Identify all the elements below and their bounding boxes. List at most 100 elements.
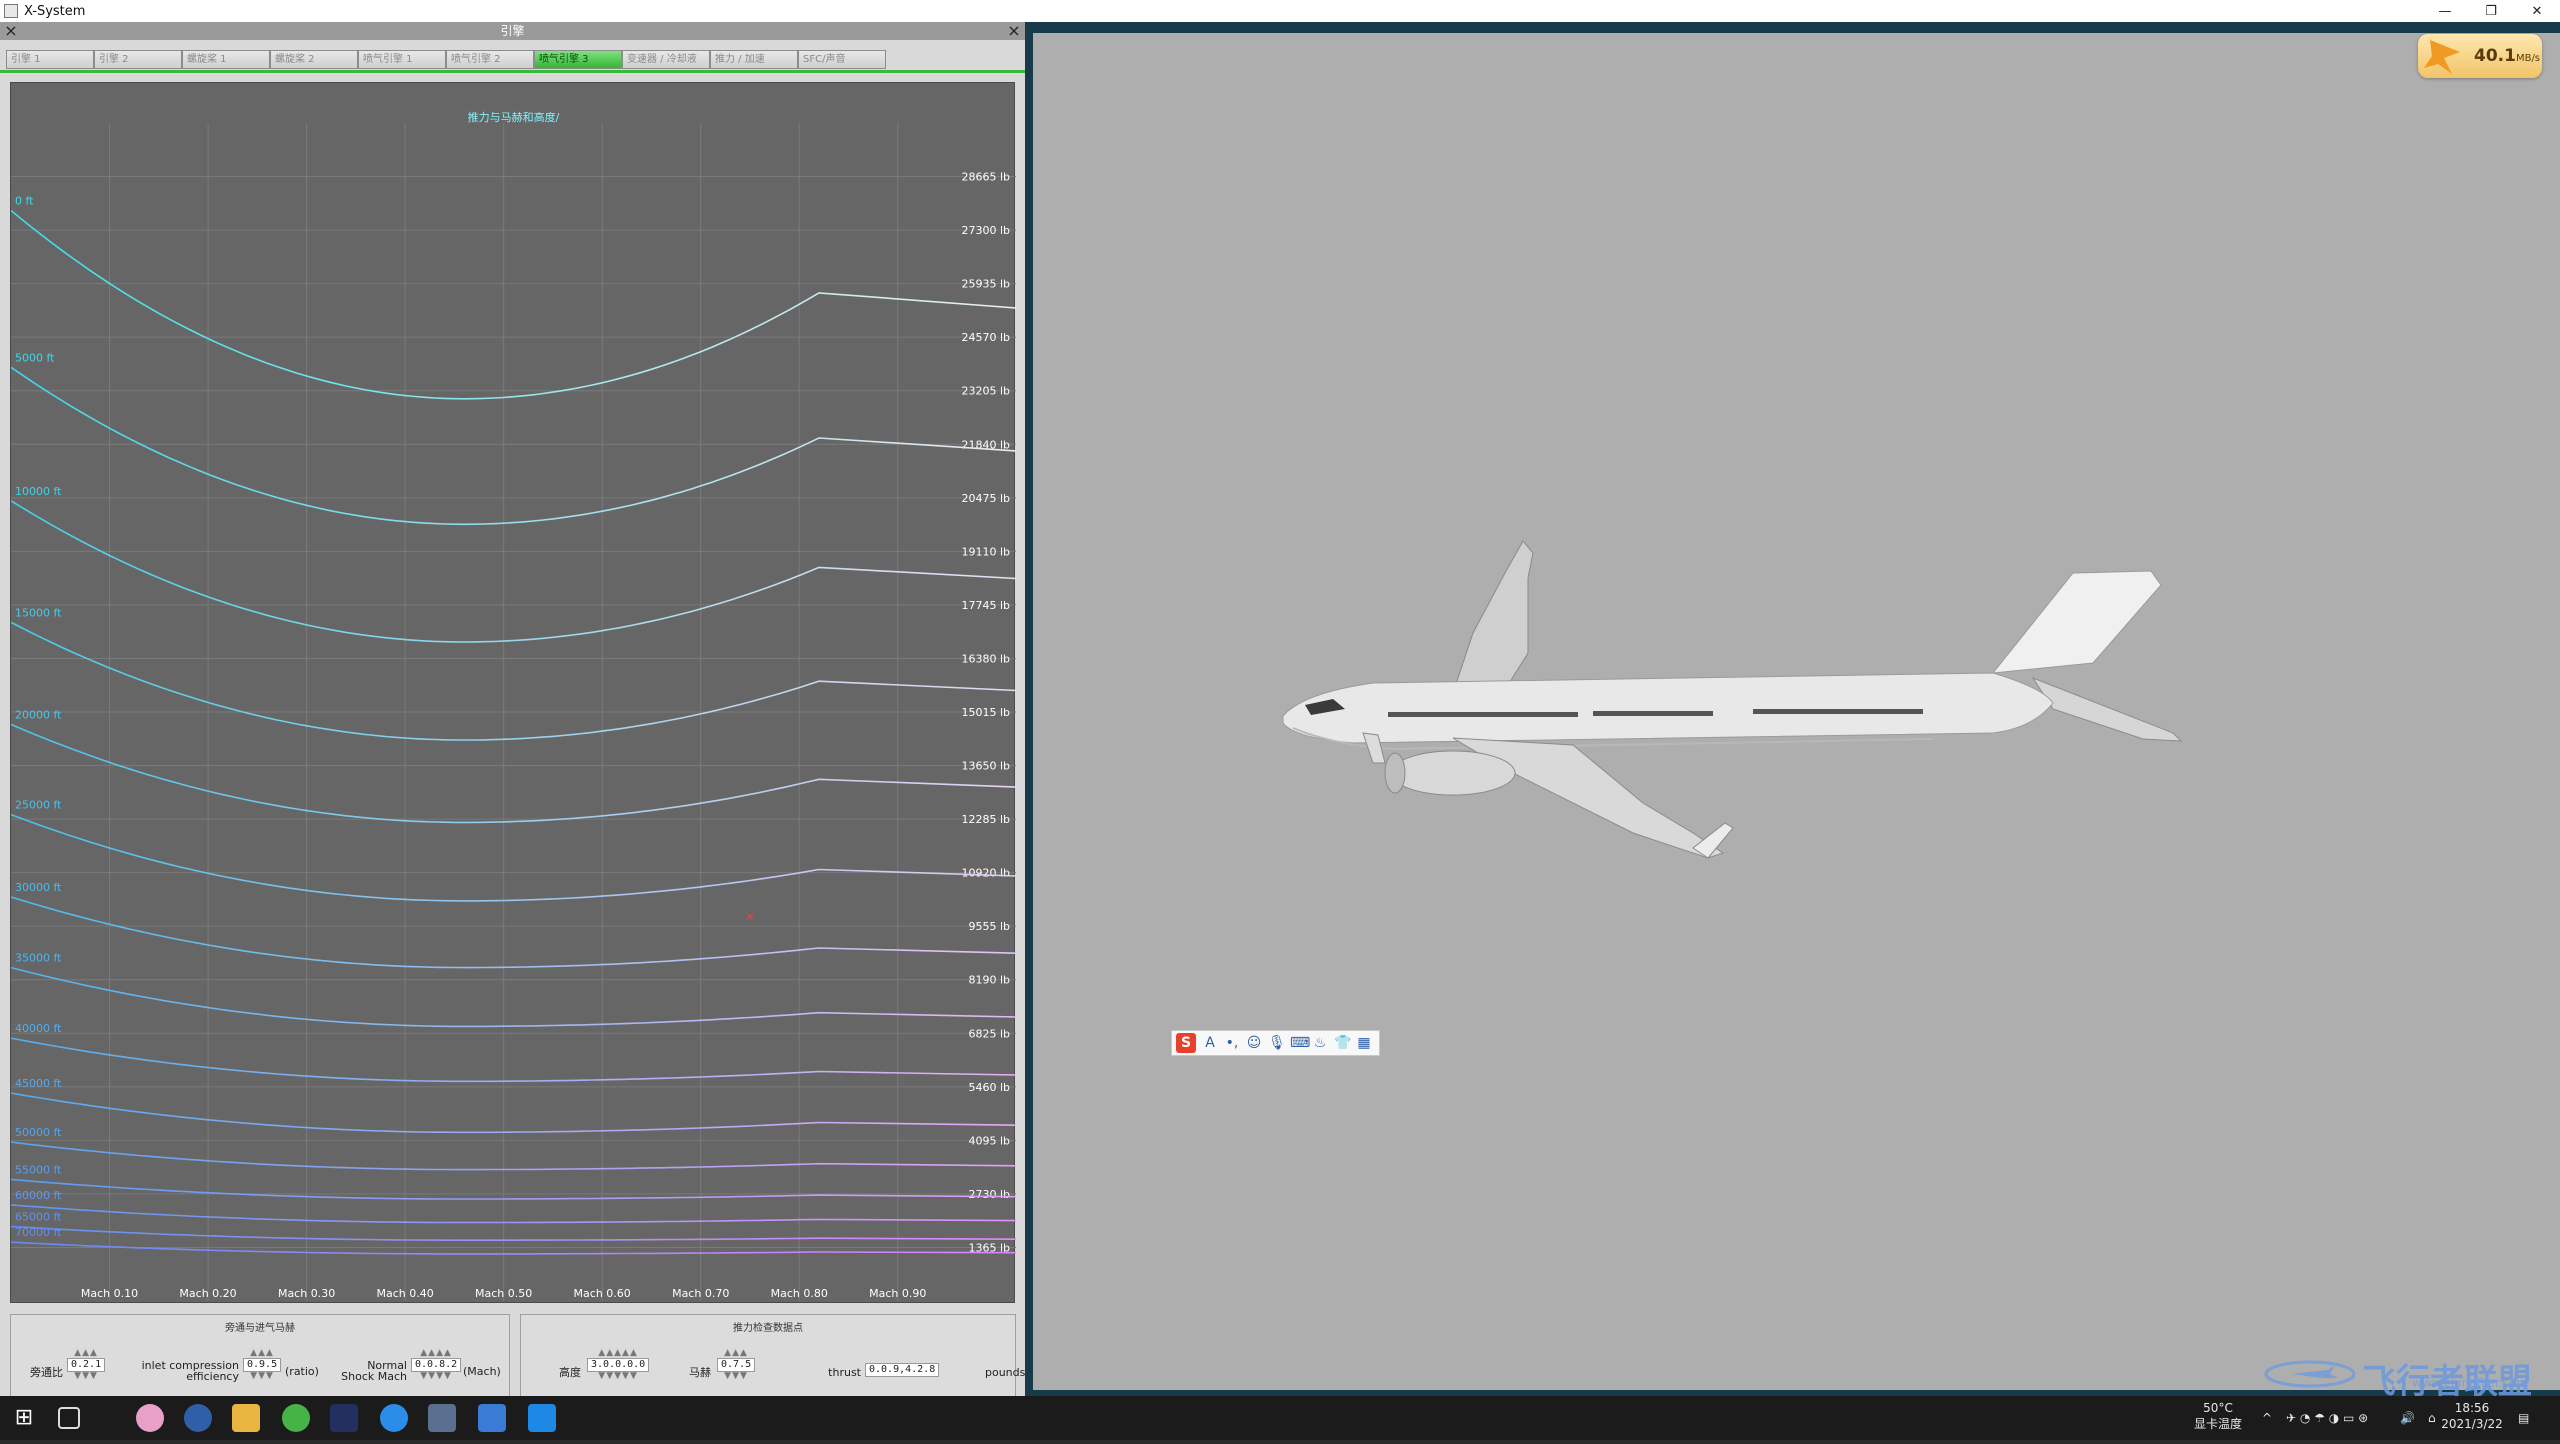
panel-close-icon[interactable]: × [2, 22, 20, 40]
stepper-up-icon[interactable]: ▲▲▲ [250, 1349, 274, 1358]
tab-underline [0, 70, 1025, 73]
y-tick-label: 20475 lb [961, 492, 1010, 505]
shock-unit: (Mach) [463, 1365, 501, 1378]
mach-value[interactable]: 0.7.5 [717, 1358, 756, 1372]
altitude-stepper[interactable]: ▲▲▲▲▲ 3.0.0.0.0 ▼▼▼▼▼ [587, 1349, 650, 1387]
stepper-down-icon[interactable]: ▼▼▼▼ [420, 1372, 452, 1381]
series-label: 0 ft [15, 194, 34, 207]
tab-jet-1[interactable]: 喷气引擎 1 [358, 50, 446, 69]
x-tick-label: Mach 0.90 [869, 1287, 926, 1300]
tab-prop-2[interactable]: 螺旋桨 2 [270, 50, 358, 69]
bird-logo-icon [2424, 40, 2460, 74]
stepper-up-icon[interactable]: ▲▲▲ [74, 1349, 98, 1358]
app-tablet-icon[interactable] [528, 1404, 556, 1432]
xplane-icon[interactable] [428, 1404, 456, 1432]
start-windows-icon[interactable]: ⊞ [10, 1404, 38, 1432]
task-view-icon[interactable] [58, 1407, 80, 1429]
close-window-button[interactable]: ✕ [2514, 0, 2560, 22]
series-line [11, 1092, 1016, 1134]
tab-jet-2[interactable]: 喷气引擎 2 [446, 50, 534, 69]
watermark-sub: www.chinaflier.com [2412, 1376, 2529, 1390]
ime-keyboard-icon[interactable]: ⌨ [1290, 1035, 1310, 1051]
app-pink-icon[interactable] [136, 1404, 164, 1432]
y-tick-label: 13650 lb [961, 760, 1010, 773]
series-line [11, 966, 1016, 1028]
engine-panel: × 引擎 × 引擎 1 引擎 2 螺旋桨 1 螺旋桨 2 喷气引擎 1 喷气引擎… [0, 22, 1025, 1412]
shock-label-2: Shock Mach [341, 1370, 407, 1383]
y-tick-label: 28665 lb [961, 171, 1010, 184]
network-icon[interactable]: ⌂ [2428, 1396, 2436, 1440]
panel-title: 引擎 [500, 24, 525, 38]
y-tick-label: 15015 lb [961, 706, 1010, 719]
mach-stepper[interactable]: ▲▲▲ 0.7.5 ▼▼▼ [717, 1349, 756, 1387]
y-tick-label: 24570 lb [961, 331, 1010, 344]
stepper-down-icon[interactable]: ▼▼▼ [250, 1372, 274, 1381]
tab-engine-1[interactable]: 引擎 1 [6, 50, 94, 69]
bypass-label: 旁通比 [30, 1366, 63, 1379]
ime-toolbar[interactable]: S A •, ☺ 🎙 ⌨ ♨ 👕 ▦ [1171, 1030, 1380, 1056]
ime-punct-icon[interactable]: •, [1224, 1035, 1240, 1051]
restore-button[interactable]: ❐ [2468, 0, 2514, 22]
bypass-stepper[interactable]: ▲▲▲ 0.2.1 ▼▼▼ [67, 1349, 106, 1387]
series-label: 50000 ft [15, 1126, 62, 1139]
app-icon [4, 4, 18, 18]
tray-icons[interactable]: ✈ ◔ ☂ ◑ ▭ ⊛ [2286, 1396, 2368, 1440]
stepper-down-icon[interactable]: ▼▼▼ [724, 1372, 748, 1381]
ime-emoji-icon[interactable]: ☺ [1246, 1035, 1262, 1051]
bypass-group-title: 旁通与进气马赫 [225, 1323, 295, 1334]
y-tick-label: 12285 lb [961, 813, 1010, 826]
tab-thrust[interactable]: 推力 / 加速 [710, 50, 798, 69]
ime-grid-icon[interactable]: ▦ [1356, 1035, 1372, 1051]
3d-aircraft-view[interactable] [1033, 33, 2560, 1390]
x-tick-label: Mach 0.20 [179, 1287, 236, 1300]
shock-value[interactable]: 0.0.8.2 [411, 1358, 462, 1372]
xplane-active-icon[interactable] [478, 1404, 506, 1432]
panel-header[interactable]: × 引擎 × [0, 22, 1025, 40]
app-messenger-icon[interactable] [380, 1404, 408, 1432]
wechat-icon[interactable] [282, 1404, 310, 1432]
series-line [11, 1204, 1016, 1224]
ime-voice-icon[interactable]: 🎙 [1268, 1035, 1286, 1051]
sogou-logo-icon[interactable]: S [1176, 1033, 1196, 1053]
file-explorer-icon[interactable] [232, 1404, 260, 1432]
altitude-value[interactable]: 3.0.0.0.0 [587, 1358, 650, 1372]
gpu-temp[interactable]: 50°C 显卡温度 [2190, 1400, 2246, 1444]
notification-icon[interactable]: ▤ [2518, 1396, 2529, 1440]
tab-engine-2[interactable]: 引擎 2 [94, 50, 182, 69]
app-dark-icon[interactable] [330, 1404, 358, 1432]
network-speed-badge[interactable]: 40.1MB/s [2418, 34, 2542, 78]
window-titlebar: X-System — ❐ ✕ [0, 0, 2560, 22]
inlet-stepper[interactable]: ▲▲▲ 0.9.5 ▼▼▼ [243, 1349, 282, 1387]
stepper-up-icon[interactable]: ▲▲▲ [724, 1349, 748, 1358]
tab-prop-1[interactable]: 螺旋桨 1 [182, 50, 270, 69]
boeing-737-model [1282, 540, 2183, 859]
shock-stepper[interactable]: ▲▲▲▲ 0.0.8.2 ▼▼▼▼ [411, 1349, 462, 1387]
tab-jet-3[interactable]: 喷气引擎 3 [534, 50, 622, 69]
stepper-down-icon[interactable]: ▼▼▼▼▼ [598, 1372, 638, 1381]
watermark-plane-icon [2264, 1360, 2356, 1388]
series-line [11, 813, 1016, 902]
app-blue-circle-icon[interactable] [184, 1404, 212, 1432]
series-label: 40000 ft [15, 1022, 62, 1035]
bypass-value[interactable]: 0.2.1 [67, 1358, 106, 1372]
tray-chevron-icon[interactable]: ^ [2262, 1396, 2272, 1440]
series-line [11, 1178, 1016, 1200]
volume-icon[interactable]: 🔊 [2400, 1396, 2415, 1440]
thrust-label: thrust [828, 1366, 861, 1379]
inlet-value[interactable]: 0.9.5 [243, 1358, 282, 1372]
window-title: X-System [24, 3, 86, 19]
panel-close-icon-right[interactable]: × [1005, 22, 1023, 40]
ime-skin-icon[interactable]: 👕 [1334, 1035, 1351, 1051]
tab-sfc[interactable]: SFC/声音 [798, 50, 886, 69]
stepper-up-icon[interactable]: ▲▲▲▲▲ [598, 1349, 638, 1358]
ime-mode-icon[interactable]: A [1202, 1035, 1218, 1051]
series-line [11, 1225, 1016, 1241]
stepper-up-icon[interactable]: ▲▲▲▲ [420, 1349, 452, 1358]
minimize-button[interactable]: — [2422, 0, 2468, 22]
ime-tools-icon[interactable]: ♨ [1312, 1035, 1328, 1051]
y-tick-label: 6825 lb [968, 1027, 1010, 1040]
tab-transmission[interactable]: 变速器 / 冷却液 [622, 50, 710, 69]
clock[interactable]: 18:56 2021/3/22 [2440, 1400, 2504, 1444]
x-tick-label: Mach 0.40 [376, 1287, 433, 1300]
stepper-down-icon[interactable]: ▼▼▼ [74, 1372, 98, 1381]
